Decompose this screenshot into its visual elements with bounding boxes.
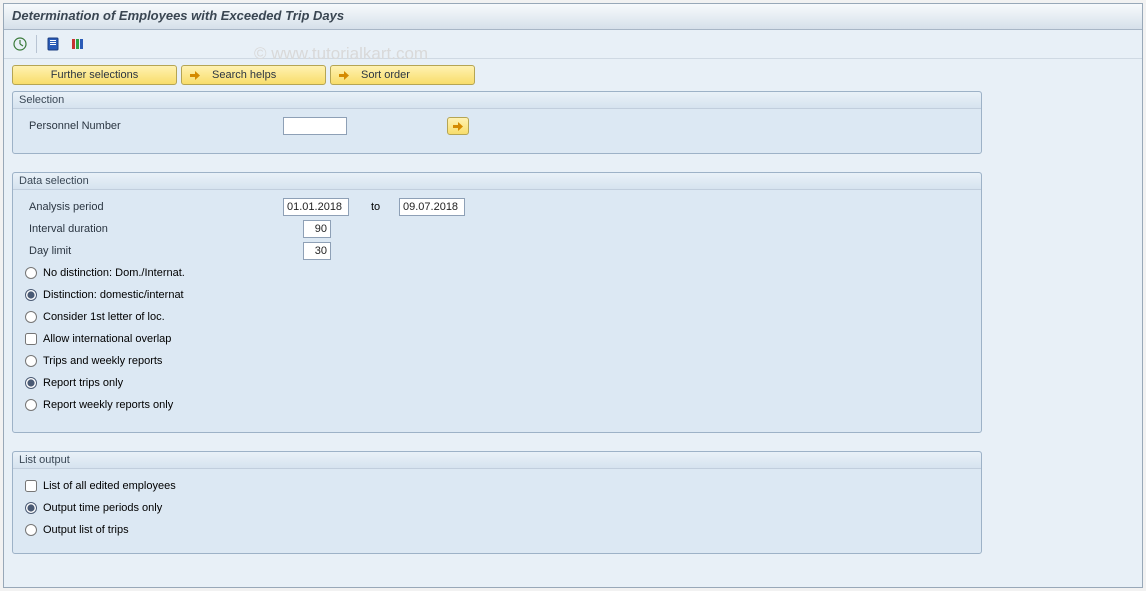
- selection-group-title: Selection: [13, 92, 981, 109]
- sort-order-button[interactable]: Sort order: [330, 65, 475, 85]
- arrow-right-icon: [339, 71, 349, 80]
- arrow-right-icon: [453, 122, 463, 131]
- check-allow-overlap[interactable]: Allow international overlap: [19, 328, 975, 350]
- selection-groupbox: Selection Personnel Number: [12, 91, 982, 154]
- radio-list-of-trips[interactable]: Output list of trips: [19, 519, 975, 541]
- radio-trips-only-label: Report trips only: [43, 377, 123, 389]
- radio-distinction[interactable]: Distinction: domestic/internat: [19, 284, 975, 306]
- check-all-employees-label: List of all edited employees: [43, 480, 176, 492]
- period-from-input[interactable]: [283, 198, 349, 216]
- content-area: Further selections Search helps Sort ord…: [4, 59, 1142, 578]
- variants-button[interactable]: [67, 34, 87, 54]
- radio-trips-and-weekly-input[interactable]: [25, 355, 37, 367]
- multi-selection-button[interactable]: [447, 117, 469, 135]
- check-all-employees[interactable]: List of all edited employees: [19, 475, 975, 497]
- data-selection-group-title: Data selection: [13, 173, 981, 190]
- app-window: Determination of Employees with Exceeded…: [3, 3, 1143, 588]
- day-limit-input[interactable]: [303, 242, 331, 260]
- radio-no-distinction-input[interactable]: [25, 267, 37, 279]
- list-output-group-title: List output: [13, 452, 981, 469]
- toolbar-separator: [36, 35, 37, 53]
- personnel-number-input[interactable]: [283, 117, 347, 135]
- radio-first-letter[interactable]: Consider 1st letter of loc.: [19, 306, 975, 328]
- radio-list-of-trips-label: Output list of trips: [43, 524, 129, 536]
- check-all-employees-input[interactable]: [25, 480, 37, 492]
- day-limit-row: Day limit: [19, 240, 975, 262]
- analysis-period-row: Analysis period to: [19, 196, 975, 218]
- radio-trips-only-input[interactable]: [25, 377, 37, 389]
- arrow-right-icon: [190, 71, 200, 80]
- radio-first-letter-input[interactable]: [25, 311, 37, 323]
- interval-duration-input[interactable]: [303, 220, 331, 238]
- further-selections-button[interactable]: Further selections: [12, 65, 177, 85]
- analysis-period-label: Analysis period: [23, 201, 283, 213]
- app-toolbar: [4, 30, 1142, 59]
- radio-distinction-label: Distinction: domestic/internat: [43, 289, 184, 301]
- radio-trips-only[interactable]: Report trips only: [19, 372, 975, 394]
- interval-duration-row: Interval duration: [19, 218, 975, 240]
- program-doc-icon: [46, 37, 60, 51]
- search-helps-button[interactable]: Search helps: [181, 65, 326, 85]
- radio-trips-and-weekly-label: Trips and weekly reports: [43, 355, 162, 367]
- page-title: Determination of Employees with Exceeded…: [12, 8, 1134, 23]
- list-output-groupbox: List output List of all edited employees…: [12, 451, 982, 554]
- day-limit-label: Day limit: [23, 245, 303, 257]
- further-selections-label: Further selections: [51, 69, 138, 81]
- selection-button-row: Further selections Search helps Sort ord…: [12, 65, 1134, 85]
- radio-first-letter-label: Consider 1st letter of loc.: [43, 311, 165, 323]
- header-bar: Determination of Employees with Exceeded…: [4, 4, 1142, 30]
- radio-distinction-input[interactable]: [25, 289, 37, 301]
- radio-list-of-trips-input[interactable]: [25, 524, 37, 536]
- radio-weekly-only-input[interactable]: [25, 399, 37, 411]
- search-helps-label: Search helps: [212, 69, 276, 81]
- check-allow-overlap-label: Allow international overlap: [43, 333, 171, 345]
- data-selection-groupbox: Data selection Analysis period to Interv…: [12, 172, 982, 433]
- radio-weekly-only-label: Report weekly reports only: [43, 399, 173, 411]
- radio-no-distinction[interactable]: No distinction: Dom./Internat.: [19, 262, 975, 284]
- personnel-number-row: Personnel Number: [19, 115, 975, 137]
- radio-no-distinction-label: No distinction: Dom./Internat.: [43, 267, 185, 279]
- sort-order-label: Sort order: [361, 69, 410, 81]
- radio-time-periods-label: Output time periods only: [43, 502, 162, 514]
- variants-icon: [70, 37, 84, 51]
- radio-time-periods-input[interactable]: [25, 502, 37, 514]
- radio-weekly-only[interactable]: Report weekly reports only: [19, 394, 975, 416]
- to-label: to: [349, 201, 399, 213]
- period-to-input[interactable]: [399, 198, 465, 216]
- radio-trips-and-weekly[interactable]: Trips and weekly reports: [19, 350, 975, 372]
- interval-duration-label: Interval duration: [23, 223, 303, 235]
- personnel-number-label: Personnel Number: [23, 120, 283, 132]
- radio-time-periods[interactable]: Output time periods only: [19, 497, 975, 519]
- execute-icon: [13, 37, 27, 51]
- execute-button[interactable]: [10, 34, 30, 54]
- check-allow-overlap-input[interactable]: [25, 333, 37, 345]
- program-doc-button[interactable]: [43, 34, 63, 54]
